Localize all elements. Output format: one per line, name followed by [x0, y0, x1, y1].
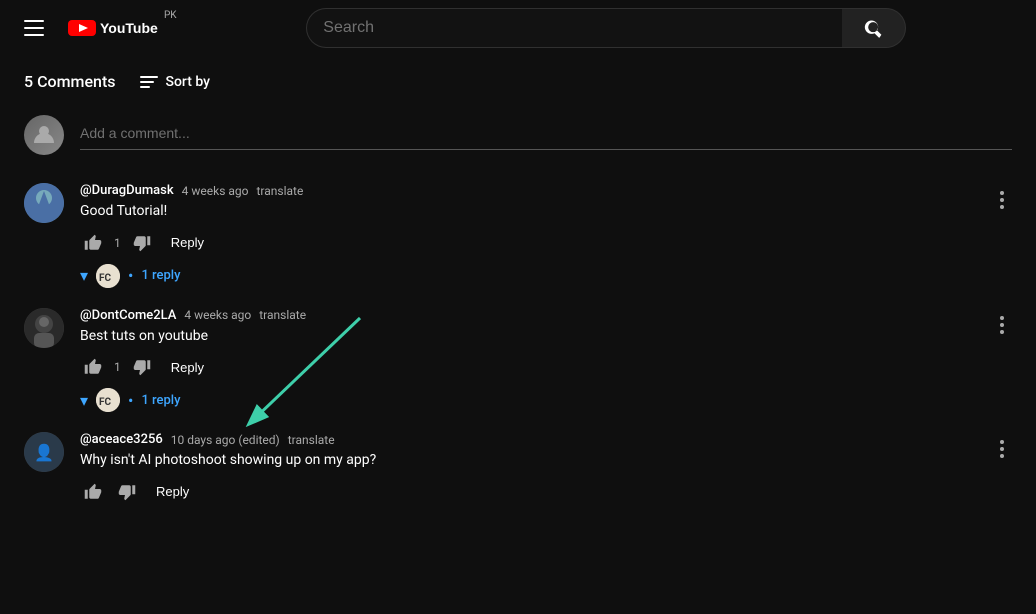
comment-avatar: 👤 [24, 432, 64, 472]
yt-logo-icon: YouTube [68, 18, 158, 38]
add-comment-row [24, 115, 1012, 155]
comment-translate-link[interactable]: translate [256, 184, 303, 198]
dislike-button[interactable] [129, 354, 155, 380]
comment-item: @DontCome2LA 4 weeks ago translate Best … [24, 308, 1012, 413]
sort-by-label: Sort by [166, 74, 211, 90]
comment-translate-link[interactable]: translate [259, 308, 306, 322]
comment-text: Good Tutorial! [80, 202, 1012, 222]
replies-count: 1 reply [141, 393, 180, 408]
comment-body: @DontCome2LA 4 weeks ago translate Best … [80, 308, 1012, 413]
search-input[interactable] [323, 19, 826, 37]
hamburger-menu-button[interactable] [16, 12, 52, 44]
replies-toggle[interactable]: ▾ FC • 1 reply [80, 264, 1012, 288]
comment-avatar [24, 183, 64, 223]
comment-text: Why isn't AI photoshoot showing up on my… [80, 451, 1012, 471]
comment-avatar [24, 308, 64, 348]
comment-time: 4 weeks ago [184, 308, 251, 322]
comment-actions: 1 Reply [80, 354, 1012, 380]
header: YouTube PK [0, 0, 1036, 56]
sort-by-button[interactable]: Sort by [140, 74, 211, 90]
reply-button[interactable]: Reply [148, 480, 197, 503]
like-count: 1 [114, 360, 121, 374]
sort-icon [140, 76, 158, 88]
add-comment-input[interactable] [80, 121, 1012, 150]
comment-item: 👤 @aceace3256 10 days ago (edited) trans… [24, 432, 1012, 505]
replies-dot: • [128, 266, 133, 285]
dislike-button[interactable] [129, 230, 155, 256]
search-area [306, 8, 906, 48]
country-code-label: PK [164, 10, 177, 21]
comment-actions: 1 Reply [80, 230, 1012, 256]
replies-count: 1 reply [141, 268, 180, 283]
comment-translate-link[interactable]: translate [288, 433, 335, 447]
comment-meta: @DuragDumask 4 weeks ago translate [80, 183, 1012, 198]
reply-button[interactable]: Reply [163, 356, 212, 379]
like-button[interactable] [80, 479, 106, 505]
dislike-button[interactable] [114, 479, 140, 505]
chevron-down-icon: ▾ [80, 391, 88, 410]
comment-time: 10 days ago (edited) [171, 433, 280, 447]
like-count: 1 [114, 236, 121, 250]
search-input-wrap [306, 8, 842, 48]
more-options-button[interactable] [992, 432, 1012, 466]
svg-text:FC: FC [99, 273, 111, 284]
reply-avatar: FC [96, 264, 120, 288]
chevron-down-icon: ▾ [80, 266, 88, 285]
comment-username: @aceace3256 [80, 432, 163, 447]
svg-text:YouTube: YouTube [100, 20, 158, 36]
comment-item: @DuragDumask 4 weeks ago translate Good … [24, 183, 1012, 288]
more-options-button[interactable] [992, 308, 1012, 342]
comment-meta: @aceace3256 10 days ago (edited) transla… [80, 432, 1012, 447]
youtube-logo[interactable]: YouTube PK [68, 18, 177, 38]
search-button[interactable] [842, 8, 906, 48]
svg-text:FC: FC [99, 397, 111, 408]
replies-area: ▾ FC • 1 reply [80, 388, 1012, 412]
comment-username: @DontCome2LA [80, 308, 176, 323]
comments-count: 5 Comments [24, 72, 116, 91]
comment-actions: Reply [80, 479, 1012, 505]
comment-body: @DuragDumask 4 weeks ago translate Good … [80, 183, 1012, 288]
replies-toggle[interactable]: ▾ FC • 1 reply [80, 388, 1012, 412]
user-avatar [24, 115, 64, 155]
reply-avatar: FC [96, 388, 120, 412]
comment-text: Best tuts on youtube [80, 327, 1012, 347]
comment-body: @aceace3256 10 days ago (edited) transla… [80, 432, 1012, 505]
more-options-button[interactable] [992, 183, 1012, 217]
reply-button[interactable]: Reply [163, 231, 212, 254]
comment-meta: @DontCome2LA 4 weeks ago translate [80, 308, 1012, 323]
comments-header: 5 Comments Sort by [24, 72, 1012, 91]
main-content: 5 Comments Sort by @DuragDumask 4 weeks … [0, 56, 1036, 541]
like-button[interactable] [80, 230, 106, 256]
comment-username: @DuragDumask [80, 183, 174, 198]
comment-time: 4 weeks ago [182, 184, 249, 198]
svg-text:👤: 👤 [34, 443, 54, 462]
like-button[interactable] [80, 354, 106, 380]
replies-dot: • [128, 391, 133, 410]
